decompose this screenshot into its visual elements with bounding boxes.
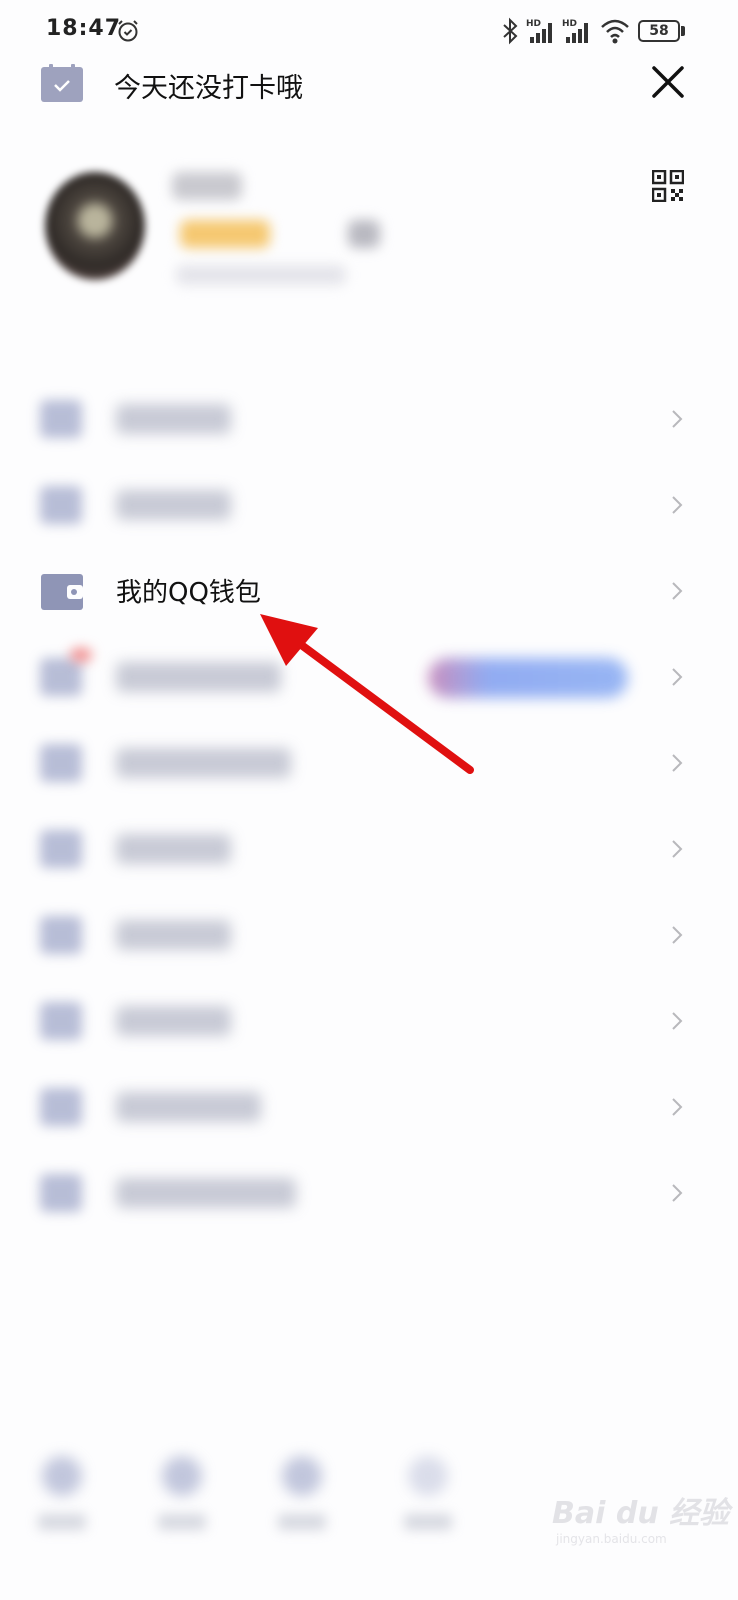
chevron-right-icon bbox=[672, 496, 683, 514]
menu-icon bbox=[40, 830, 82, 868]
bottom-icon bbox=[162, 1456, 202, 1496]
avatar[interactable] bbox=[45, 172, 145, 280]
battery-level: 58 bbox=[649, 23, 669, 39]
menu-item-10[interactable] bbox=[0, 1150, 738, 1236]
bottom-label bbox=[38, 1514, 86, 1530]
menu-item-label bbox=[116, 920, 231, 950]
menu-item-1[interactable] bbox=[0, 376, 738, 462]
vip-badge[interactable] bbox=[180, 220, 270, 248]
watermark: Bai du 经验 bbox=[552, 1496, 730, 1531]
bottom-item-1[interactable] bbox=[32, 1450, 92, 1540]
chevron-right-icon bbox=[672, 754, 683, 772]
chevron-right-icon bbox=[672, 926, 683, 944]
menu-item-label bbox=[116, 1092, 261, 1122]
menu-item-9[interactable] bbox=[0, 1064, 738, 1150]
bottom-label bbox=[158, 1514, 206, 1530]
menu-item-label bbox=[116, 404, 231, 434]
menu-icon bbox=[40, 400, 82, 438]
checkin-reminder[interactable]: 今天还没打卡哦 bbox=[114, 66, 303, 105]
menu-item-label bbox=[116, 1006, 231, 1036]
menu-item-7[interactable] bbox=[0, 892, 738, 978]
menu-item-2[interactable] bbox=[0, 462, 738, 548]
menu-icon bbox=[40, 486, 82, 524]
level-badge[interactable] bbox=[348, 220, 380, 248]
svg-text:HD: HD bbox=[562, 19, 577, 29]
menu-icon bbox=[40, 744, 82, 782]
watermark-url: jingyan.baidu.com bbox=[556, 1532, 667, 1546]
hd-signal-icon: HD bbox=[562, 19, 588, 43]
bottom-label bbox=[404, 1514, 452, 1530]
alarm-icon bbox=[118, 20, 138, 42]
chevron-right-icon bbox=[672, 1098, 683, 1116]
signature bbox=[176, 265, 346, 285]
chevron-right-icon bbox=[672, 582, 683, 600]
chevron-right-icon bbox=[672, 410, 683, 428]
bottom-item-3[interactable] bbox=[272, 1450, 332, 1540]
status-time: 18:47 bbox=[46, 16, 122, 41]
menu-item-label bbox=[116, 1178, 296, 1208]
red-dot-badge bbox=[70, 648, 92, 662]
bottom-icon bbox=[42, 1456, 82, 1496]
bottom-item-4[interactable] bbox=[398, 1450, 458, 1540]
menu-icon bbox=[40, 1088, 82, 1126]
chevron-right-icon bbox=[672, 840, 683, 858]
menu-icon bbox=[40, 916, 82, 954]
qr-code-icon[interactable] bbox=[652, 170, 684, 202]
menu-item-label bbox=[116, 834, 231, 864]
nickname bbox=[172, 172, 242, 200]
bottom-item-2[interactable] bbox=[152, 1450, 212, 1540]
menu-icon bbox=[40, 1174, 82, 1212]
status-bar: 18:47 HD HD 58 bbox=[0, 0, 738, 60]
annotation-arrow bbox=[260, 614, 474, 774]
menu-icon bbox=[40, 658, 82, 696]
menu-item-8[interactable] bbox=[0, 978, 738, 1064]
battery-tip bbox=[681, 26, 685, 36]
bottom-icon bbox=[408, 1456, 448, 1496]
bluetooth-icon bbox=[503, 17, 518, 45]
calendar-check-icon[interactable] bbox=[41, 64, 83, 102]
svg-text:HD: HD bbox=[526, 19, 541, 29]
battery-icon: 58 bbox=[638, 20, 680, 42]
close-icon[interactable] bbox=[650, 64, 686, 100]
menu-item-label bbox=[116, 490, 231, 520]
menu-item-6[interactable] bbox=[0, 806, 738, 892]
chevron-right-icon bbox=[672, 1184, 683, 1202]
menu-item-label: 我的QQ钱包 bbox=[116, 578, 261, 608]
chevron-right-icon bbox=[672, 668, 683, 686]
hd-signal-icon: HD bbox=[526, 19, 552, 43]
bottom-label bbox=[278, 1514, 326, 1530]
wallet-icon bbox=[41, 574, 83, 610]
bottom-icon bbox=[282, 1456, 322, 1496]
menu-icon bbox=[40, 1002, 82, 1040]
wifi-icon bbox=[601, 19, 629, 44]
chevron-right-icon bbox=[672, 1012, 683, 1030]
